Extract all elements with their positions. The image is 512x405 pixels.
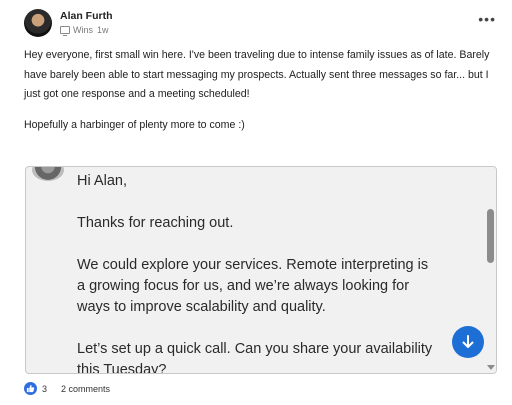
post-subline: Wins 1w xyxy=(60,24,113,36)
email-line: We could explore your services. Remote i… xyxy=(77,257,429,315)
post-category[interactable]: Wins xyxy=(73,24,93,36)
scroll-down-button[interactable] xyxy=(452,326,484,358)
more-dots-icon[interactable]: ••• xyxy=(478,12,496,26)
email-line: Thanks for reaching out. xyxy=(77,215,234,231)
author-avatar[interactable] xyxy=(24,9,52,37)
email-greeting: Hi Alan, xyxy=(77,173,127,189)
like-count[interactable]: 3 xyxy=(42,384,47,394)
post-body: Hey everyone, first small win here. I've… xyxy=(24,46,494,135)
email-line: Let’s set up a quick call. Can you share… xyxy=(77,341,433,374)
email-screenshot-attachment[interactable]: Hi Alan, Thanks for reaching out. We cou… xyxy=(25,166,497,374)
post-paragraph: Hey everyone, first small win here. I've… xyxy=(24,49,490,100)
thumbs-up-icon[interactable] xyxy=(24,382,37,395)
comments-link[interactable]: 2 comments xyxy=(61,384,110,394)
sender-avatar xyxy=(32,167,64,181)
category-icon xyxy=(60,26,70,36)
scrollbar-thumb[interactable] xyxy=(487,209,494,263)
author-name[interactable]: Alan Furth xyxy=(60,10,113,23)
scrollbar-down-arrow-icon[interactable] xyxy=(487,365,495,370)
email-content: Hi Alan, Thanks for reaching out. We cou… xyxy=(77,171,437,374)
post-footer: 3 2 comments xyxy=(24,382,110,395)
attachment-scrollbar[interactable] xyxy=(484,167,496,373)
arrow-down-icon xyxy=(462,335,474,348)
post-paragraph: Hopefully a harbinger of plenty more to … xyxy=(24,118,245,131)
post-meta: Alan Furth Wins 1w xyxy=(60,10,113,36)
post-header: Alan Furth Wins 1w ••• xyxy=(24,8,500,38)
post-time: 1w xyxy=(97,25,109,35)
